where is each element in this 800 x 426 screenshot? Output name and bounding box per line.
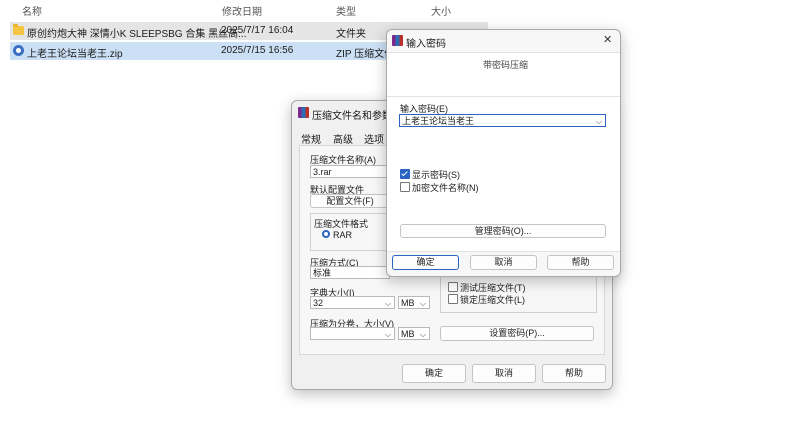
content-area (387, 52, 620, 252)
divider (387, 96, 620, 97)
file-type: 文件夹 (336, 29, 366, 40)
chevron-down-icon: ⌵ (384, 330, 391, 339)
set-password-button[interactable]: 设置密码(P)... (440, 326, 594, 341)
column-name[interactable]: 名称 (22, 3, 42, 18)
column-type[interactable]: 类型 (336, 3, 356, 18)
column-headers: 名称 修改日期 类型 大小 (0, 0, 800, 18)
split-unit-select[interactable]: MB ⌵ (398, 327, 430, 340)
show-password-checkbox[interactable] (400, 169, 410, 179)
column-date[interactable]: 修改日期 (222, 3, 262, 18)
tab-advanced[interactable]: 高级 (333, 131, 353, 146)
test-archive-checkbox[interactable] (448, 282, 458, 292)
format-rar-label: RAR (333, 230, 353, 240)
manage-password-button[interactable]: 管理密码(O)... (400, 224, 606, 238)
ok-button[interactable]: 确定 (392, 255, 459, 270)
help-button[interactable]: 帮助 (547, 255, 614, 270)
profile-button[interactable]: 配置文件(F) (310, 194, 390, 208)
file-name: 原创约炮大神 深情小K SLEEPSBG 合集 黑丝高... (27, 29, 247, 40)
chevron-down-icon: ⌵ (595, 117, 602, 126)
lock-archive-label: 锁定压缩文件(L) (460, 295, 525, 305)
file-name: 上老王论坛当老王.zip (27, 49, 123, 60)
close-icon[interactable]: ✕ (603, 33, 612, 46)
dict-select[interactable]: 32 ⌵ (310, 296, 395, 309)
chevron-down-icon: ⌵ (419, 330, 426, 339)
help-button[interactable]: 帮助 (542, 364, 606, 383)
encrypt-names-checkbox[interactable] (400, 182, 410, 192)
tab-options[interactable]: 选项 (364, 131, 384, 146)
dict-unit-select[interactable]: MB ⌵ (398, 296, 430, 309)
dialog-title: 压缩文件名和参数 (312, 111, 392, 122)
folder-icon (13, 24, 24, 35)
file-date: 2025/7/15 16:56 (221, 45, 294, 56)
split-select[interactable]: ⌵ (310, 327, 395, 340)
zip-icon (13, 45, 24, 56)
encrypt-names-label: 加密文件名称(N) (412, 183, 479, 193)
format-rar-radio[interactable] (322, 230, 330, 238)
tab-general[interactable]: 常规 (301, 131, 321, 146)
method-select[interactable]: 标准 (310, 266, 390, 279)
password-dialog: 输入密码 ✕ 带密码压缩 输入密码(E) 上老王论坛当老王 ⌵ 显示密码(S) 加… (386, 29, 621, 277)
password-input[interactable]: 上老王论坛当老王 ⌵ (399, 114, 606, 127)
winrar-icon (392, 35, 403, 46)
lock-archive-checkbox[interactable] (448, 294, 458, 304)
format-label: 压缩文件格式 (314, 219, 369, 229)
dialog-subtitle: 带密码压缩 (483, 60, 529, 70)
ok-button[interactable]: 确定 (402, 364, 466, 383)
winrar-icon (298, 107, 309, 118)
file-date: 2025/7/17 16:04 (221, 25, 294, 36)
cancel-button[interactable]: 取消 (472, 364, 536, 383)
cancel-button[interactable]: 取消 (470, 255, 537, 270)
column-size[interactable]: 大小 (431, 3, 451, 18)
show-password-label: 显示密码(S) (412, 170, 460, 180)
chevron-down-icon: ⌵ (384, 299, 391, 308)
dialog-title: 输入密码 (406, 39, 446, 50)
chevron-down-icon: ⌵ (419, 299, 426, 308)
